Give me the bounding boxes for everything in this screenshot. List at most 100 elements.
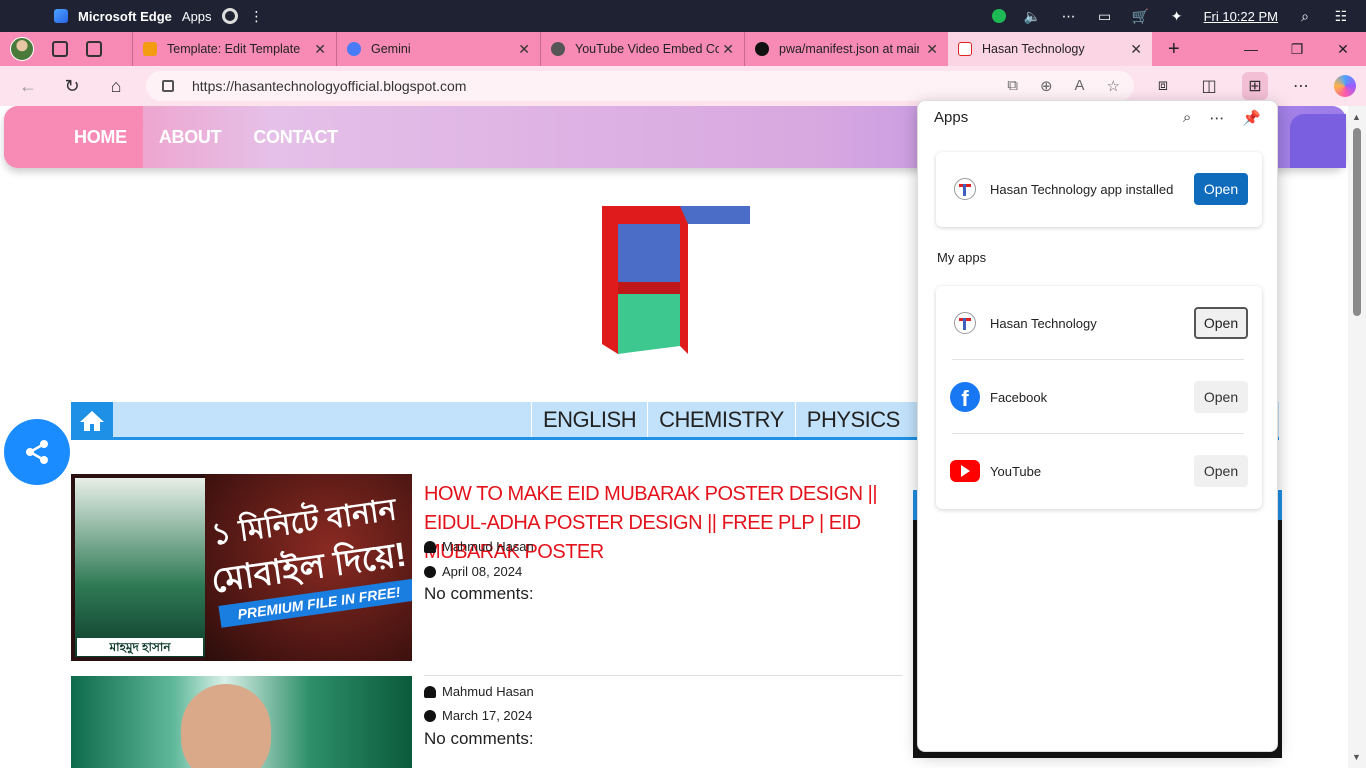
search-icon[interactable]: ⌕ (1183, 109, 1191, 127)
grid-icon[interactable]: ☷ (1332, 7, 1350, 25)
category-physics[interactable]: PHYSICS (794, 402, 911, 437)
category-english[interactable]: ENGLISH (531, 402, 647, 437)
close-icon[interactable]: ✕ (926, 41, 938, 58)
clock[interactable]: Fri 10:22 PM (1204, 9, 1278, 24)
menu-about[interactable]: ABOUT (143, 106, 238, 168)
volume-icon[interactable]: 🔈 (1024, 7, 1042, 25)
tab-actions-icon[interactable] (86, 41, 102, 57)
open-in-app-icon[interactable]: ⧉ (1007, 77, 1018, 95)
record-icon[interactable] (221, 8, 238, 24)
close-icon[interactable]: ✕ (1130, 41, 1142, 58)
share-icon (26, 440, 48, 464)
settings-more-icon[interactable]: ⋯ (1288, 76, 1314, 96)
date-text[interactable]: March 17, 2024 (442, 708, 532, 723)
apps-label[interactable]: Apps (182, 9, 212, 24)
close-icon[interactable]: ✕ (518, 41, 530, 58)
home-icon[interactable] (71, 402, 113, 440)
gemini-icon (347, 42, 361, 56)
more-vertical-icon[interactable]: ⋮ (248, 7, 266, 25)
facebook-icon: f (950, 382, 980, 412)
scroll-up-icon[interactable]: ▲ (1352, 112, 1361, 122)
user-icon (424, 540, 436, 553)
site-logo (602, 206, 750, 354)
address-bar[interactable]: https://hasantechnologyofficial.blogspot… (146, 71, 1134, 101)
clock-icon (424, 709, 436, 722)
os-taskbar: Microsoft Edge Apps ⋮ 🔈 ⋯ ▭ 🛒 ✦ Fri 10:2… (0, 0, 1366, 32)
app-row-youtube[interactable]: YouTube Open (950, 445, 1248, 497)
pin-icon[interactable]: 📌 (1242, 109, 1261, 127)
extensions-icon[interactable]: ⧈ (1150, 77, 1176, 95)
author-name[interactable]: Mahmud Hasan (442, 684, 534, 699)
update-icon[interactable] (991, 9, 1006, 23)
post-date: March 17, 2024 (424, 708, 532, 723)
open-facebook-button[interactable]: Open (1194, 381, 1248, 413)
cart-icon[interactable]: 🛒 (1132, 7, 1150, 25)
flyout-title: Apps (934, 109, 969, 126)
category-chemistry[interactable]: CHEMISTRY (647, 402, 795, 437)
display-icon[interactable]: ▭ (1096, 7, 1114, 25)
post-thumbnail[interactable]: ১ মিনিটে বানান মোবাইল দিয়ে! PREMIUM FIL… (71, 474, 412, 661)
scrollbar-thumb[interactable] (1353, 128, 1361, 316)
app-name: YouTube (990, 463, 1042, 479)
minimize-icon[interactable]: — (1228, 41, 1274, 57)
tab-strip: Template: Edit Template ✕ Gemini ✕ YouTu… (0, 32, 1366, 66)
back-icon[interactable]: ← (6, 76, 50, 97)
zoom-icon[interactable]: ⊕ (1040, 77, 1053, 95)
poster-card (75, 478, 205, 657)
app-row-hasan-technology[interactable]: Hasan Technology Open (950, 297, 1248, 349)
page-scrollbar[interactable]: ▲ ▼ (1348, 106, 1366, 768)
new-tab-icon[interactable]: + (1168, 38, 1180, 61)
apps-icon[interactable]: ⊞ (1242, 72, 1268, 100)
tab-github[interactable]: pwa/manifest.json at main ✕ (744, 32, 948, 66)
window-close-icon[interactable]: ✕ (1320, 41, 1366, 58)
date-text[interactable]: April 08, 2024 (442, 564, 522, 579)
windows-icon[interactable] (54, 9, 68, 23)
tab-gemini[interactable]: Gemini ✕ (336, 32, 540, 66)
tab-title: pwa/manifest.json at main (779, 42, 919, 56)
browser-name: Microsoft Edge (78, 8, 172, 24)
post-thumbnail[interactable] (71, 676, 412, 768)
author-name[interactable]: Mahmud Hasan (442, 539, 534, 554)
lock-icon[interactable] (162, 80, 174, 92)
menu-home[interactable]: HOME (4, 106, 143, 168)
hasan-technology-icon (954, 312, 976, 334)
more-icon[interactable]: ⋯ (1209, 109, 1224, 127)
tab-title: Hasan Technology (982, 42, 1085, 56)
read-aloud-icon[interactable]: A (1075, 77, 1085, 95)
installed-app-card: Hasan Technology app installed Open (936, 152, 1262, 227)
favorite-star-icon[interactable]: ☆ (1107, 77, 1120, 95)
refresh-icon[interactable]: ↻ (50, 76, 94, 97)
split-screen-icon[interactable]: ◫ (1196, 76, 1222, 96)
installed-app-name: Hasan Technology app installed (990, 181, 1174, 197)
profile-avatar[interactable] (10, 37, 34, 61)
close-icon[interactable]: ✕ (314, 41, 326, 58)
menu-contact[interactable]: CONTACT (237, 106, 354, 168)
scroll-down-icon[interactable]: ▼ (1352, 752, 1361, 762)
workspaces-icon[interactable] (52, 41, 68, 57)
copilot-icon[interactable] (1334, 75, 1356, 97)
app-row-facebook[interactable]: f Facebook Open (950, 371, 1248, 423)
restore-icon[interactable]: ❐ (1274, 41, 1320, 58)
open-hasan-technology-button[interactable]: Open (1194, 307, 1248, 339)
open-installed-app-button[interactable]: Open (1194, 173, 1248, 205)
app-name: Hasan Technology (990, 315, 1097, 331)
home-icon[interactable]: ⌂ (94, 76, 138, 97)
tab-template[interactable]: Template: Edit Template ✕ (132, 32, 336, 66)
close-icon[interactable]: ✕ (722, 41, 734, 58)
share-button[interactable] (4, 419, 70, 485)
post-author: Mahmud Hasan (424, 684, 534, 699)
tab-hasan-technology[interactable]: Hasan Technology ✕ (948, 32, 1152, 66)
open-youtube-button[interactable]: Open (1194, 455, 1248, 487)
tab-title: Gemini (371, 42, 411, 56)
copilot-spark-icon[interactable]: ✦ (1168, 7, 1186, 25)
apps-flyout: Apps ⌕ ⋯ 📌 Hasan Technology app installe… (917, 100, 1278, 752)
divider (424, 675, 902, 676)
clock-icon (424, 565, 436, 578)
post-comments[interactable]: No comments: (424, 729, 534, 749)
post-date: April 08, 2024 (424, 564, 522, 579)
more-icon[interactable]: ⋯ (1060, 7, 1078, 25)
search-icon[interactable]: ⌕ (1296, 7, 1314, 25)
openai-icon (551, 42, 565, 56)
post-comments[interactable]: No comments: (424, 584, 534, 604)
tab-youtube-embed[interactable]: YouTube Video Embed Coc ✕ (540, 32, 744, 66)
